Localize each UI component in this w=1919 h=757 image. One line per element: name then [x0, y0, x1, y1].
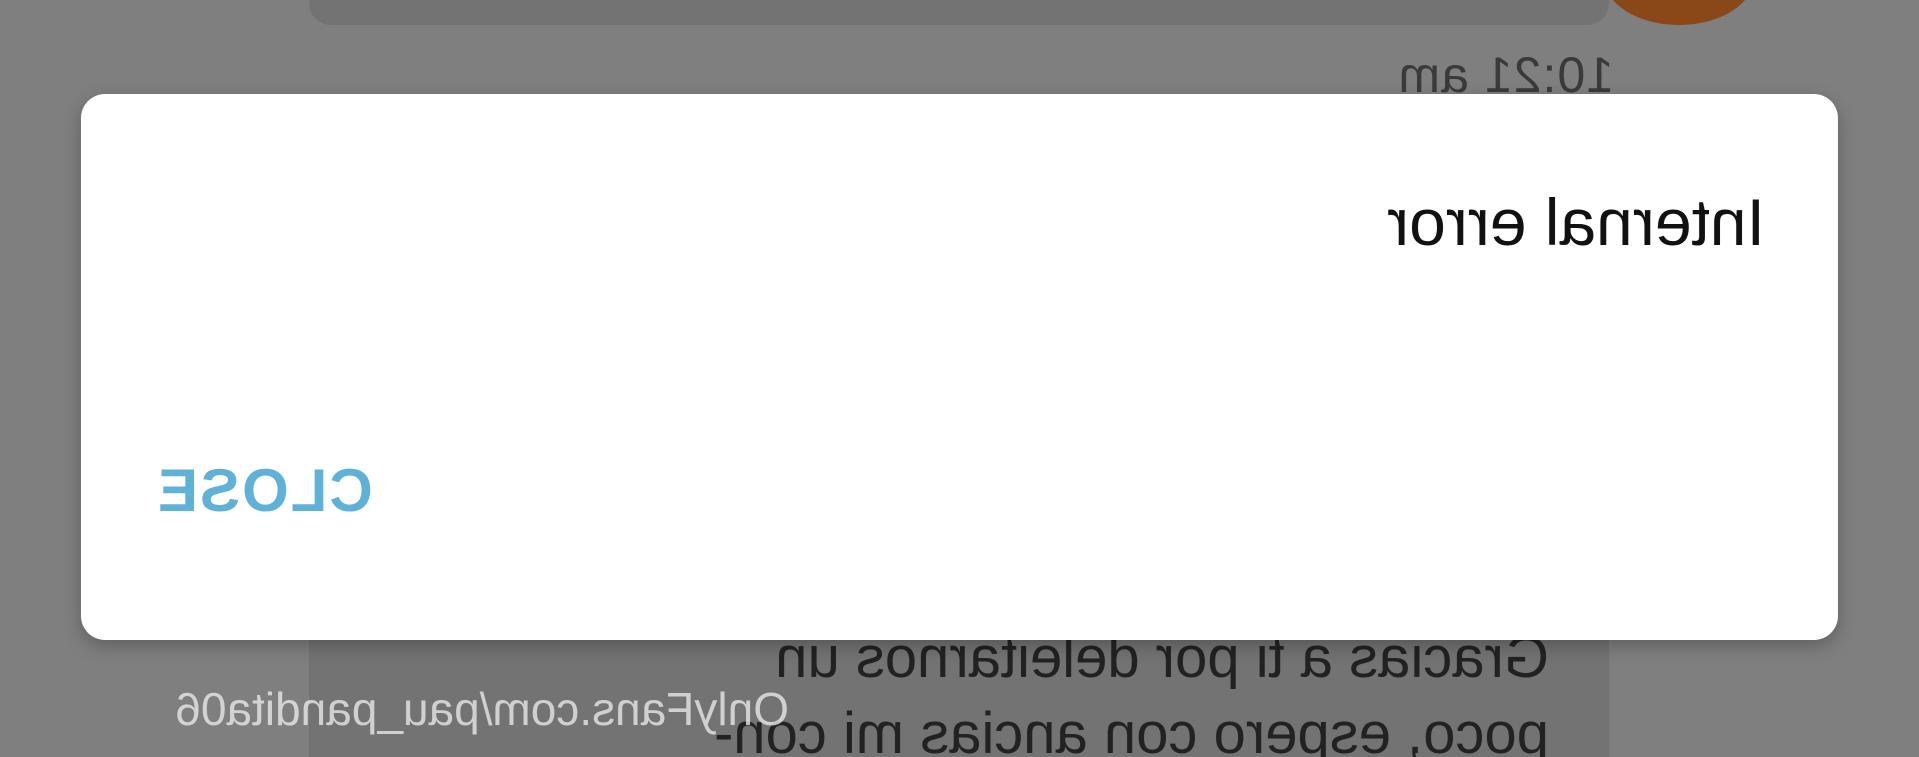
dialog-message: Internal error [1387, 185, 1765, 259]
mirrored-scene: 10:21 am Gracias a ti por deleitarnos un… [0, 0, 1919, 757]
chat-bubble-previous [309, 0, 1609, 25]
screen: 10:21 am Gracias a ti por deleitarnos un… [0, 0, 1919, 757]
error-dialog: Internal error CLOSE [81, 94, 1838, 640]
avatar[interactable] [1604, 0, 1754, 25]
close-button[interactable]: CLOSE [156, 456, 373, 525]
watermark: OnlyFans.com/pau_pandita06 [175, 683, 789, 735]
